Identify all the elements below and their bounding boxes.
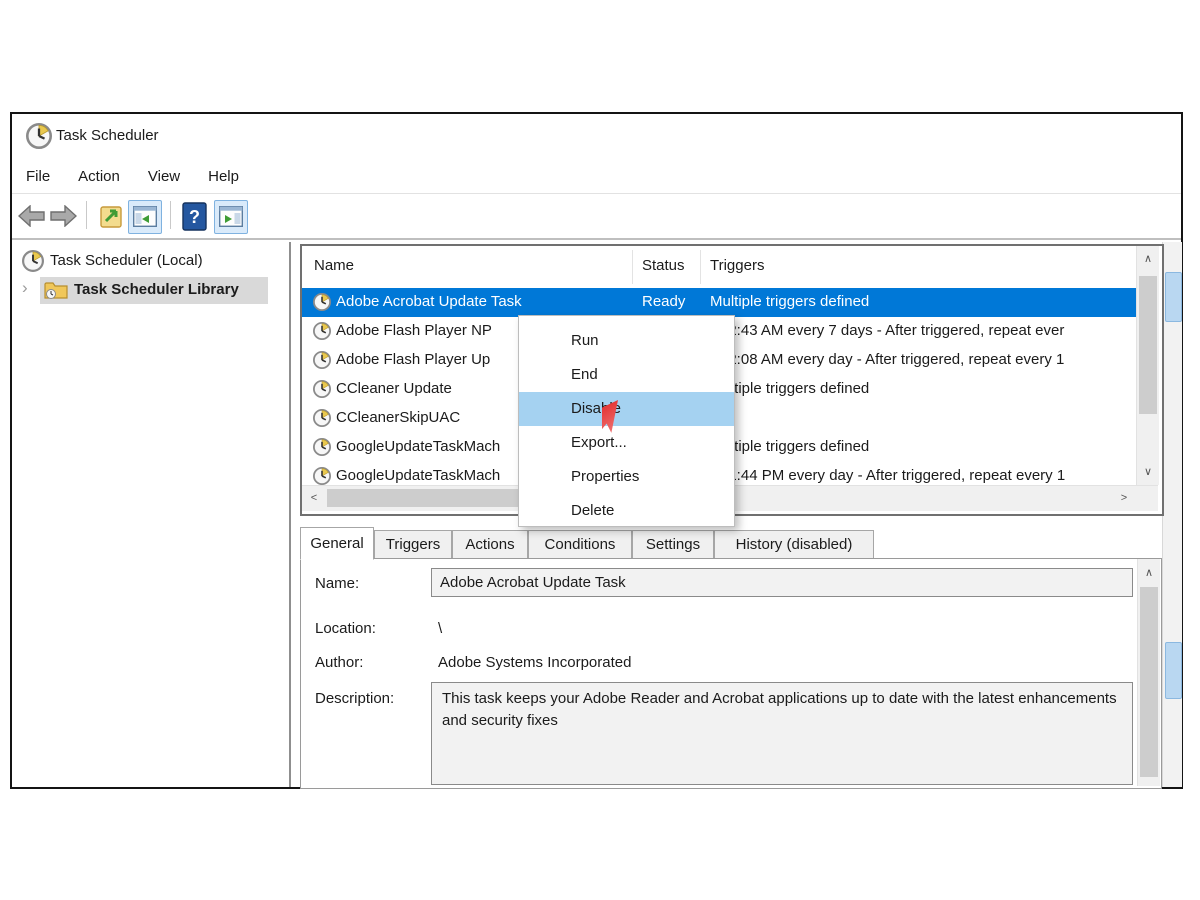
list-vertical-scrollbar[interactable]: ∧ ∨ bbox=[1136, 246, 1159, 485]
tab-general[interactable]: General bbox=[300, 527, 374, 560]
chevron-right-icon[interactable]: › bbox=[22, 278, 28, 298]
tab-conditions[interactable]: Conditions bbox=[528, 530, 632, 559]
details-vertical-scrollbar[interactable]: ∧ bbox=[1137, 559, 1160, 786]
location-value: \ bbox=[438, 620, 442, 637]
task-name-value: Adobe Acrobat Update Task bbox=[440, 574, 626, 591]
export-list-icon[interactable] bbox=[98, 203, 125, 230]
task-name: Adobe Acrobat Update Task bbox=[336, 293, 522, 310]
actions-pane-fragment bbox=[1165, 642, 1182, 699]
toolbar-separator bbox=[86, 201, 87, 229]
show-action-pane-button[interactable] bbox=[214, 200, 248, 234]
column-header-triggers[interactable]: Triggers bbox=[710, 257, 764, 274]
menu-action[interactable]: Action bbox=[64, 164, 134, 189]
task-name: Adobe Flash Player Up bbox=[336, 351, 490, 368]
task-row-selected[interactable]: Adobe Acrobat Update Task Ready Multiple… bbox=[302, 288, 1136, 317]
scrollbar-thumb[interactable] bbox=[1139, 276, 1157, 414]
column-divider[interactable] bbox=[632, 250, 633, 284]
menu-file[interactable]: File bbox=[26, 164, 64, 189]
name-field-label: Name: bbox=[315, 575, 359, 592]
action-pane-window-icon bbox=[219, 206, 243, 227]
scroll-up-button[interactable]: ∧ bbox=[1138, 562, 1160, 582]
panel-splitter[interactable] bbox=[289, 242, 291, 787]
tab-settings[interactable]: Settings bbox=[632, 530, 714, 559]
task-name: GoogleUpdateTaskMach bbox=[336, 438, 500, 455]
tab-label: Conditions bbox=[545, 536, 616, 553]
column-divider[interactable] bbox=[700, 250, 701, 284]
clock-icon bbox=[313, 467, 331, 485]
tab-label: Settings bbox=[646, 536, 700, 553]
task-name: CCleanerSkipUAC bbox=[336, 409, 460, 426]
task-triggers: Multiple triggers defined bbox=[710, 293, 869, 310]
console-tree-window-icon bbox=[133, 206, 157, 227]
clock-icon bbox=[313, 351, 331, 369]
actions-pane-fragment bbox=[1165, 272, 1182, 322]
scroll-down-button[interactable]: ∨ bbox=[1137, 461, 1159, 481]
clock-icon bbox=[313, 438, 331, 456]
title-bar: Task Scheduler bbox=[12, 114, 1181, 160]
tree-item-library-label: Task Scheduler Library bbox=[74, 281, 239, 298]
context-menu-delete[interactable]: Delete bbox=[519, 494, 734, 528]
context-menu-end[interactable]: End bbox=[519, 358, 734, 392]
task-scheduler-app-icon bbox=[26, 123, 52, 149]
task-name: CCleaner Update bbox=[336, 380, 452, 397]
task-triggers: At 1:44 PM every day - After triggered, … bbox=[710, 467, 1065, 484]
author-field-label: Author: bbox=[315, 654, 363, 671]
menu-view[interactable]: View bbox=[134, 164, 194, 189]
scroll-right-button[interactable]: > bbox=[1114, 488, 1134, 508]
task-name: GoogleUpdateTaskMach bbox=[336, 467, 500, 484]
tab-label: General bbox=[310, 535, 363, 552]
tab-history[interactable]: History (disabled) bbox=[714, 530, 874, 559]
clock-icon bbox=[313, 293, 331, 311]
tab-label: Triggers bbox=[386, 536, 440, 553]
forward-button-icon[interactable] bbox=[50, 205, 77, 227]
task-triggers: At 2:43 AM every 7 days - After triggere… bbox=[710, 322, 1064, 339]
scrollbar-thumb[interactable] bbox=[1140, 587, 1158, 777]
tab-label: History (disabled) bbox=[736, 536, 853, 553]
author-value: Adobe Systems Incorporated bbox=[438, 654, 631, 671]
task-name-field[interactable]: Adobe Acrobat Update Task bbox=[431, 568, 1133, 597]
list-header: Name Status Triggers bbox=[302, 246, 1136, 289]
tab-label: Actions bbox=[465, 536, 514, 553]
task-library-folder-icon bbox=[44, 279, 68, 301]
task-description-field[interactable]: This task keeps your Adobe Reader and Ac… bbox=[431, 682, 1133, 785]
task-triggers: At 2:08 AM every day - After triggered, … bbox=[710, 351, 1064, 368]
tab-triggers[interactable]: Triggers bbox=[374, 530, 452, 559]
tree-item-library[interactable]: › Task Scheduler Library bbox=[12, 277, 289, 304]
tree-item-root[interactable]: Task Scheduler (Local) bbox=[20, 249, 280, 275]
task-name: Adobe Flash Player NP bbox=[336, 322, 492, 339]
back-button-icon[interactable] bbox=[18, 205, 45, 227]
tree-item-root-label: Task Scheduler (Local) bbox=[50, 252, 203, 269]
window-title: Task Scheduler bbox=[56, 127, 159, 144]
clock-icon bbox=[22, 250, 44, 272]
toolbar-separator bbox=[170, 201, 171, 229]
clock-icon bbox=[313, 409, 331, 427]
menu-bar: File Action View Help bbox=[12, 160, 1181, 194]
column-header-status[interactable]: Status bbox=[642, 257, 685, 274]
console-tree-panel: Task Scheduler (Local) › Task Scheduler … bbox=[12, 242, 289, 787]
tab-actions[interactable]: Actions bbox=[452, 530, 528, 559]
actions-pane-edge bbox=[1162, 242, 1182, 787]
task-description-value: This task keeps your Adobe Reader and Ac… bbox=[442, 690, 1117, 729]
svg-text:?: ? bbox=[189, 207, 200, 227]
cursor-arrow-icon bbox=[602, 400, 692, 495]
scroll-left-button[interactable]: < bbox=[304, 488, 324, 508]
toolbar: ? bbox=[12, 195, 1181, 240]
scroll-up-button[interactable]: ∧ bbox=[1137, 248, 1159, 268]
screenshot-canvas: Task Scheduler File Action View Help bbox=[0, 0, 1200, 900]
context-menu-run[interactable]: Run bbox=[519, 324, 734, 358]
location-field-label: Location: bbox=[315, 620, 376, 637]
task-status: Ready bbox=[642, 293, 685, 310]
description-field-label: Description: bbox=[315, 690, 394, 707]
menu-help[interactable]: Help bbox=[194, 164, 253, 189]
general-tab-panel: Name: Adobe Acrobat Update Task Location… bbox=[300, 558, 1162, 789]
show-console-tree-button[interactable] bbox=[128, 200, 162, 234]
help-icon[interactable]: ? bbox=[182, 202, 207, 231]
column-header-name[interactable]: Name bbox=[314, 257, 354, 274]
clock-icon bbox=[313, 322, 331, 340]
clock-icon bbox=[313, 380, 331, 398]
